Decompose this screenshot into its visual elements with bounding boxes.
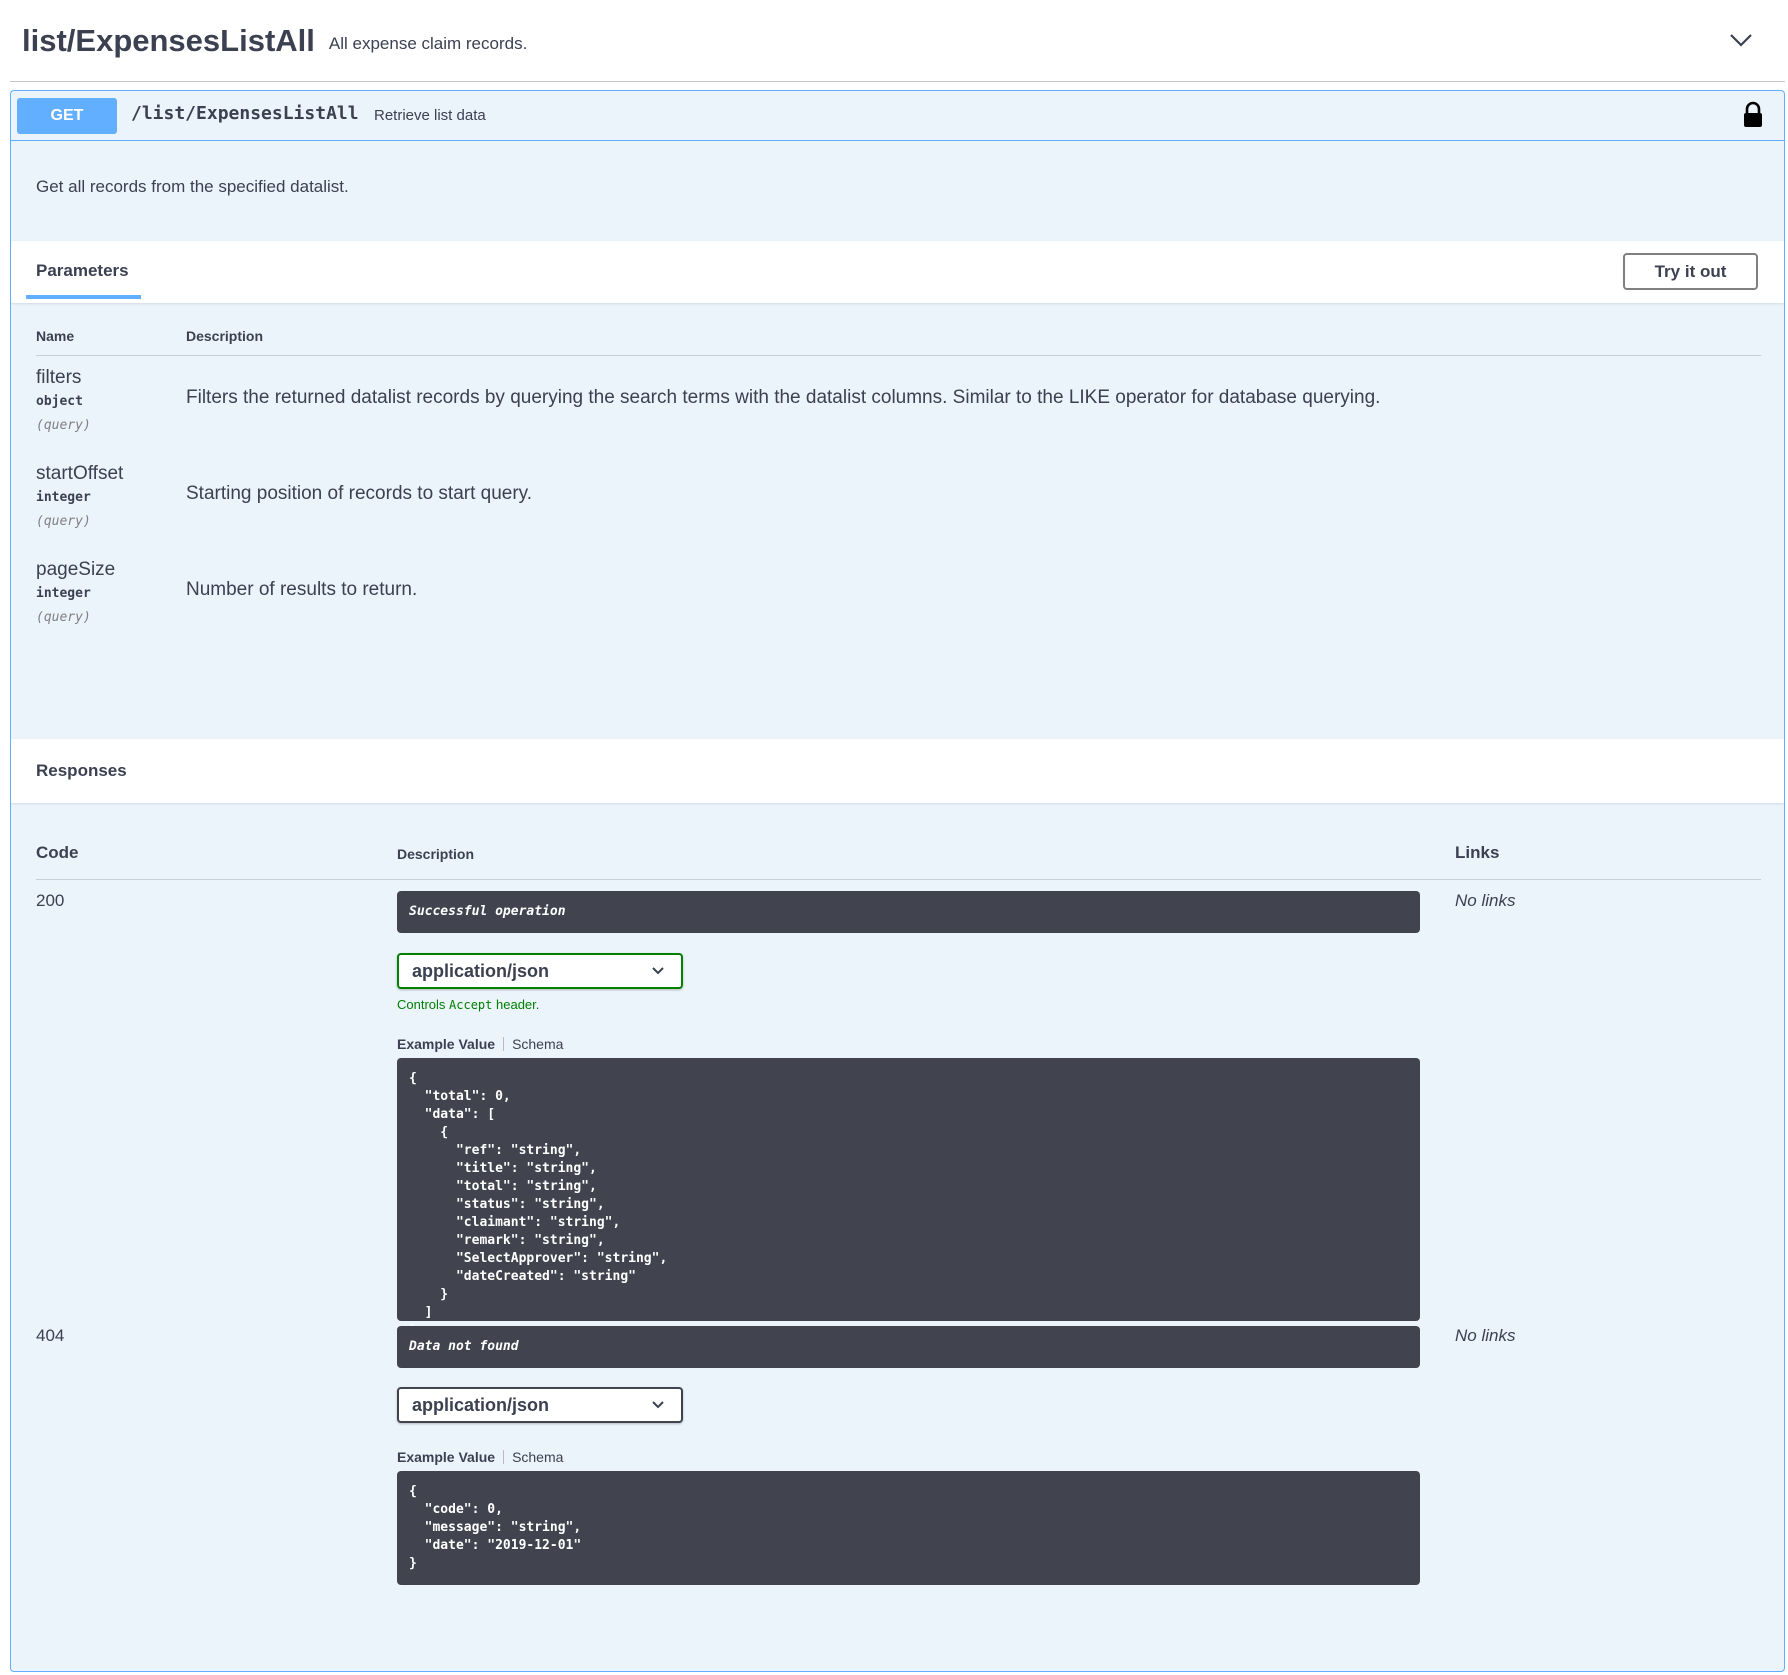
response-description: Data not found [397, 1326, 1420, 1368]
parameter-name: pageSize [36, 559, 116, 580]
tab-schema[interactable]: Schema [512, 1036, 563, 1052]
chevron-down-icon [652, 967, 664, 975]
responses-header: Responses [11, 739, 1784, 803]
tag-description: All expense claim records. [328, 33, 528, 53]
example-json: { "code": 0, "message": "string", "date"… [397, 1471, 1420, 1585]
hint-prefix: Controls [397, 997, 450, 1012]
parameter-location: (query) [36, 610, 91, 625]
response-description: Successful operation [397, 891, 1420, 933]
lock-icon[interactable] [1742, 101, 1764, 129]
response-code: 200 [36, 891, 65, 910]
tab-separator [503, 1037, 505, 1051]
parameters-header: Parameters Try it out [11, 241, 1784, 303]
tab-example-value[interactable]: Example Value [397, 1449, 495, 1465]
example-tabs: Example Value Schema [397, 1449, 563, 1465]
try-it-out-button[interactable]: Try it out [1623, 253, 1758, 290]
parameter-location: (query) [36, 514, 91, 529]
divider [36, 879, 1761, 880]
example-json: { "total": 0, "data": [ { "ref": "string… [397, 1058, 1420, 1338]
parameter-location: (query) [36, 418, 91, 433]
media-type-value: application/json [412, 961, 550, 981]
tab-underline [26, 295, 141, 299]
divider [36, 355, 1761, 356]
example-tabs: Example Value Schema [397, 1036, 563, 1052]
operation-path: /list/ExpensesListAll [131, 103, 359, 124]
responses-title: Responses [36, 761, 127, 780]
column-header-code: Code [36, 843, 79, 862]
parameter-name: startOffset [36, 463, 124, 484]
tab-parameters[interactable]: Parameters [36, 261, 129, 281]
hint-code: Accept [449, 998, 493, 1012]
operation-summary-text: Retrieve list data [374, 107, 486, 124]
chevron-down-icon [652, 1401, 664, 1409]
response-code: 404 [36, 1326, 65, 1345]
controls-accept-hint: Controls Accept header. [397, 997, 539, 1012]
operation-summary[interactable]: GET /list/ExpensesListAll Retrieve list … [11, 91, 1784, 141]
parameter-name: filters [36, 367, 82, 388]
media-type-select[interactable]: application/json [397, 953, 683, 989]
tab-separator [503, 1450, 505, 1464]
hint-suffix: header. [492, 997, 540, 1012]
column-header-description: Description [186, 328, 264, 344]
operation-block: GET /list/ExpensesListAll Retrieve list … [10, 90, 1785, 1672]
tag-header[interactable]: list/ExpensesListAll All expense claim r… [10, 0, 1785, 82]
response-links: No links [1455, 1326, 1516, 1345]
media-type-select[interactable]: application/json [397, 1387, 683, 1423]
response-links: No links [1455, 891, 1516, 910]
operation-description: Get all records from the specified datal… [36, 177, 349, 196]
media-type-value: application/json [412, 1395, 550, 1415]
parameter-type: integer [36, 586, 91, 601]
chevron-down-icon[interactable] [1727, 26, 1755, 54]
parameter-type: integer [36, 490, 91, 505]
parameter-description: Starting position of records to start qu… [186, 483, 533, 504]
tab-schema[interactable]: Schema [512, 1449, 563, 1465]
method-badge: GET [17, 98, 117, 134]
parameter-description: Filters the returned datalist records by… [186, 387, 1381, 408]
column-header-links: Links [1455, 843, 1500, 862]
column-header-name: Name [36, 328, 75, 344]
tag-title: list/ExpensesListAll [22, 22, 315, 58]
column-header-description: Description [397, 846, 475, 862]
tab-example-value[interactable]: Example Value [397, 1036, 495, 1052]
parameter-type: object [36, 394, 83, 409]
parameter-description: Number of results to return. [186, 579, 418, 600]
